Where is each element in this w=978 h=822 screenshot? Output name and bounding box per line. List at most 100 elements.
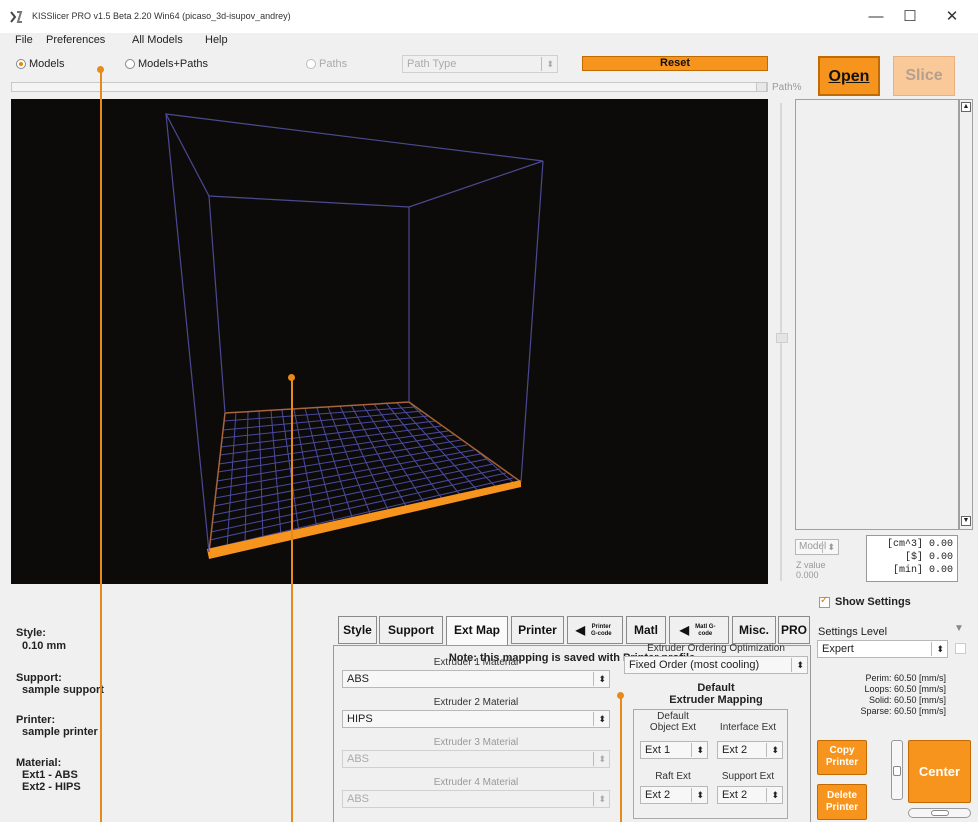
scroll-down-icon[interactable]: ▼	[961, 516, 971, 526]
path-type-select[interactable]: Path Type ⬍	[402, 55, 558, 73]
radio-models-paths-label: Models+Paths	[138, 58, 209, 70]
perim-speed: Perim: 60.50 [mm/s]	[865, 673, 946, 683]
window-title: KISSlicer PRO v1.5 Beta 2.20 Win64 (pica…	[32, 11, 291, 21]
close-button[interactable]: ✕	[935, 5, 969, 29]
printer-slider[interactable]	[891, 740, 903, 800]
tab-style[interactable]: Style	[338, 616, 377, 644]
tab-matl[interactable]: Matl	[626, 616, 666, 644]
tab-ext-map[interactable]: Ext Map	[446, 616, 508, 646]
menu-all-models[interactable]: All Models	[132, 34, 183, 46]
tab-misc[interactable]: Misc.	[732, 616, 776, 644]
extruder-3-value: ABS	[347, 753, 370, 765]
settings-level-checkbox[interactable]	[955, 643, 966, 654]
bed-grid	[209, 402, 516, 552]
extruder-1-select[interactable]: ABS ⬍	[342, 670, 610, 688]
support-info-label: Support:	[16, 672, 62, 684]
select-arrow-icon: ⬍	[691, 743, 704, 757]
log-scrollbar[interactable]: ▲ ▼	[959, 99, 973, 530]
settings-level-label: Settings Level	[818, 626, 888, 638]
object-ext-label-line1: Default	[657, 711, 689, 722]
z-value-number: 0.000	[796, 570, 819, 580]
settings-level-select[interactable]: Expert ⬍	[817, 640, 948, 658]
material-info-ext1: Ext1 - ABS	[22, 769, 78, 781]
tab-printer[interactable]: Printer	[511, 616, 564, 644]
scroll-up-icon[interactable]: ▲	[961, 102, 971, 112]
chevron-down-icon[interactable]: ▼	[954, 623, 964, 634]
delete-printer-line2: Printer	[825, 802, 859, 813]
support-ext-label: Support Ext	[721, 771, 775, 782]
raft-ext-select[interactable]: Ext 2 ⬍	[640, 786, 708, 804]
interface-ext-select[interactable]: Ext 2 ⬍	[717, 741, 783, 759]
app-icon	[10, 11, 23, 23]
annotation-line	[100, 70, 102, 822]
delete-printer-button[interactable]: Delete Printer	[817, 784, 867, 820]
path-percent-handle[interactable]	[756, 82, 767, 92]
raft-ext-value: Ext 2	[645, 789, 671, 801]
select-arrow-icon: ⬍	[766, 743, 779, 757]
path-percent-slider[interactable]	[11, 82, 768, 92]
ordering-value: Fixed Order (most cooling)	[629, 659, 760, 671]
object-ext-select[interactable]: Ext 1 ⬍	[640, 741, 708, 759]
radio-models[interactable]: Models	[16, 58, 64, 70]
tab-matl-gcode[interactable]: ◀ Matl G-code	[669, 616, 729, 644]
maximize-button[interactable]: ☐	[893, 5, 927, 29]
extruder-2-label: Extruder 2 Material	[433, 697, 519, 708]
extruder-4-value: ABS	[347, 793, 370, 805]
printer-info-value: sample printer	[22, 726, 98, 738]
show-settings-label: Show Settings	[835, 596, 911, 608]
delete-printer-line1: Delete	[826, 790, 857, 801]
tab-printer-gcode-label: Printer G-code	[590, 623, 612, 637]
extruder-3-select[interactable]: ABS ⬍	[342, 750, 610, 768]
settings-level-value: Expert	[822, 643, 854, 655]
menu-file[interactable]: File	[15, 34, 33, 46]
radio-dot-icon	[306, 59, 316, 69]
select-arrow-icon: ⬍	[541, 57, 554, 71]
radio-paths-label: Paths	[319, 58, 348, 70]
reset-button[interactable]: Reset	[582, 56, 768, 71]
stats-box: [cm^3] 0.00 [$] 0.00 [min] 0.00	[866, 535, 958, 582]
default-mapping-title-line2: Extruder Mapping	[669, 694, 763, 706]
select-arrow-icon: ⬍	[593, 712, 606, 726]
center-slider[interactable]	[908, 808, 971, 818]
time-stat: [min] 0.00	[892, 565, 953, 576]
object-ext-value: Ext 1	[645, 744, 671, 756]
show-settings-checkbox[interactable]	[819, 595, 830, 608]
tab-printer-gcode[interactable]: ◀ Printer G-code	[567, 616, 623, 644]
sparse-speed: Sparse: 60.50 [mm/s]	[860, 706, 946, 716]
material-info-ext2: Ext2 - HIPS	[22, 781, 81, 793]
minimize-button[interactable]: —	[859, 5, 893, 29]
extruder-1-label: Extruder 1 Material	[433, 657, 519, 668]
radio-paths[interactable]: Paths	[306, 58, 347, 70]
ordering-select[interactable]: Fixed Order (most cooling) ⬍	[624, 656, 808, 674]
extruder-4-select[interactable]: ABS ⬍	[342, 790, 610, 808]
default-mapping-title-line1: Default	[697, 682, 735, 694]
menu-help[interactable]: Help	[205, 34, 228, 46]
select-arrow-icon: ⬍	[931, 642, 944, 656]
material-info-label: Material:	[16, 757, 62, 769]
title-bar: KISSlicer PRO v1.5 Beta 2.20 Win64 (pica…	[0, 0, 978, 33]
select-arrow-icon: ⬍	[691, 788, 704, 802]
open-button[interactable]: Open	[818, 56, 880, 96]
support-ext-select[interactable]: Ext 2 ⬍	[717, 786, 783, 804]
tab-pro[interactable]: PRO	[778, 616, 810, 644]
select-arrow-icon: ⬍	[791, 658, 804, 672]
radio-dot-icon	[125, 59, 135, 69]
log-panel[interactable]	[795, 99, 959, 530]
extruder-2-select[interactable]: HIPS ⬍	[342, 710, 610, 728]
center-button[interactable]: Center	[908, 740, 971, 803]
model-select[interactable]: Model ⬍	[795, 539, 839, 555]
3d-viewport[interactable]	[11, 99, 768, 584]
tab-matl-gcode-label: Matl G-code	[695, 623, 716, 637]
radio-models-paths[interactable]: Models+Paths	[125, 58, 208, 70]
printer-slider-handle[interactable]	[893, 766, 901, 776]
extruder-2-value: HIPS	[347, 713, 373, 725]
tab-support[interactable]: Support	[379, 616, 443, 644]
path-type-value: Path Type	[407, 58, 457, 70]
copy-printer-button[interactable]: Copy Printer	[817, 740, 867, 775]
slice-button[interactable]: Slice	[893, 56, 955, 96]
menu-bar: File Preferences All Models Help	[0, 33, 978, 49]
select-arrow-icon: ⬍	[593, 672, 606, 686]
center-slider-handle[interactable]	[931, 810, 949, 816]
z-slider-handle[interactable]	[776, 333, 788, 343]
menu-preferences[interactable]: Preferences	[46, 34, 105, 46]
